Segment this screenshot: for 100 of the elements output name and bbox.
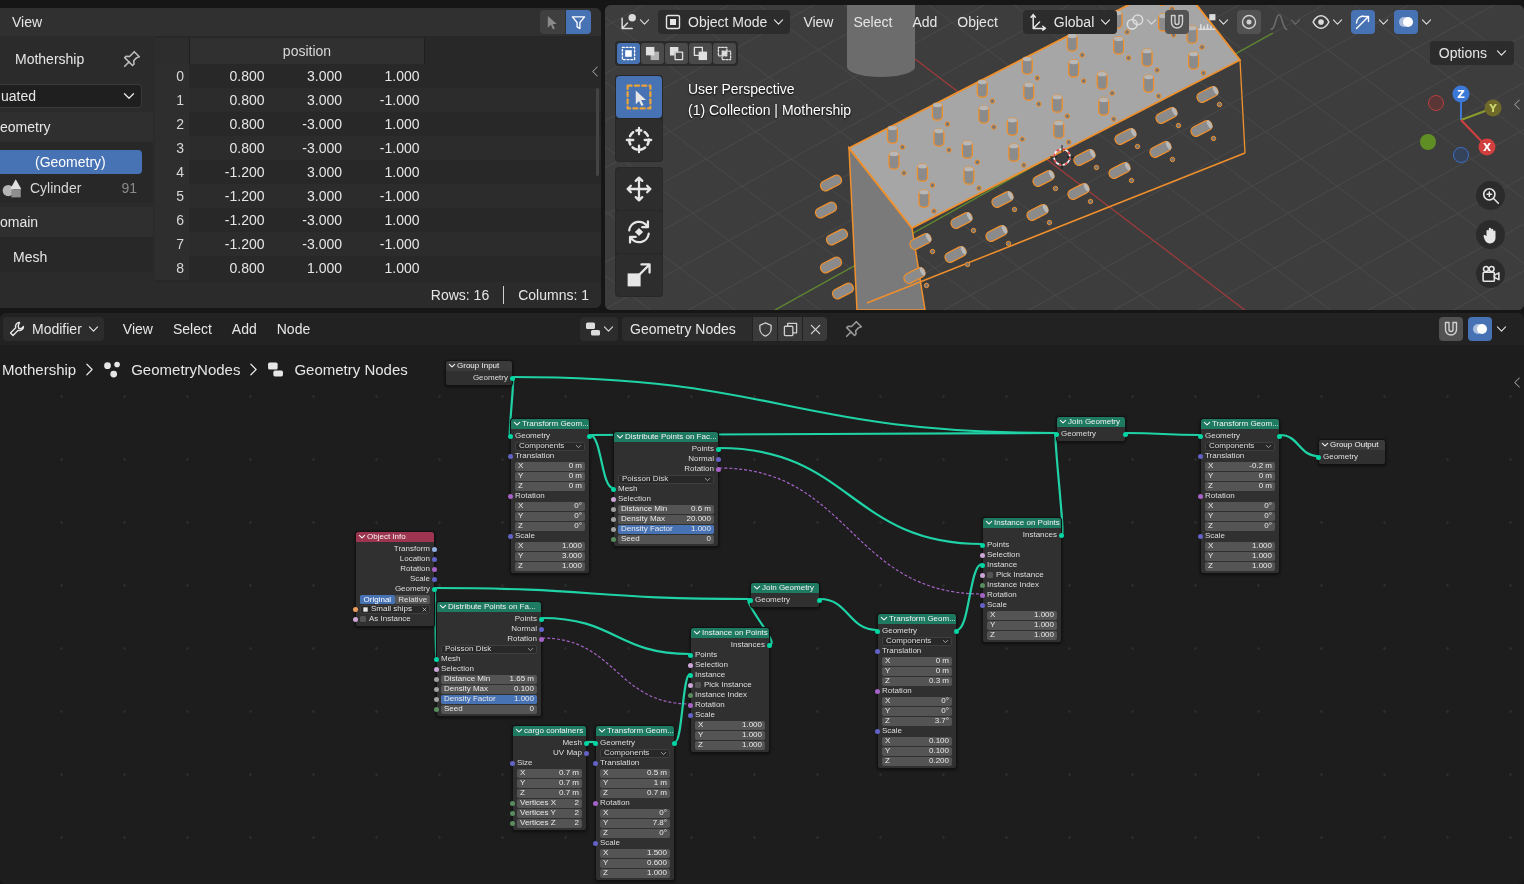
table-cell-text: 3.000 [305,68,343,84]
table-cell-text: 0.800 [228,260,266,276]
section-label: Scale [515,532,535,540]
section-label: Translation [1205,452,1245,460]
socket-label: Selection [441,665,474,673]
socket-label: UV Map [553,749,582,757]
section-label: Scale [600,839,620,847]
checkbox-label: Pick Instance [704,681,752,689]
socket-label: Geometry [1205,432,1241,440]
socket-label: Instance Index [695,691,748,699]
node-title: Instance on Points [702,629,768,637]
node-title: Group Input [457,362,500,370]
section-heading: eometry [0,112,153,142]
socket-label: Geometry [472,374,508,382]
table-cell-text: -3.000 [301,212,343,228]
table-cell-text: 3.000 [305,92,343,108]
socket-label: Geometry [1061,430,1097,438]
checkbox-label: Pick Instance [996,571,1044,579]
table-cell-text: 1.000 [383,68,421,84]
view-name: User Perspective [688,81,796,97]
column-header: position [189,38,425,64]
collection-label: (1) Collection | Mothership [688,102,852,118]
section-heading: omain [0,207,153,237]
socket-label: Rotation [400,565,430,573]
socket-label: Geometry [600,739,636,747]
socket-label: Instance [695,671,726,679]
socket-label: Geometry [1323,453,1359,461]
node-title: Transform Geom... [889,615,956,623]
socket-label: Points [695,651,718,659]
section-label: Translation [515,452,555,460]
table-cell-text: -1.200 [223,164,266,180]
node-title: Distribute Points on Fa... [448,603,536,611]
node-title: Distribute Points on Fac... [625,433,717,441]
table-cell-text: 1.000 [383,164,421,180]
node-title: Join Geometry [762,584,815,592]
socket-label: Mesh [618,485,638,493]
table-cell-text: 0.800 [228,116,266,132]
table-cell-text: 1.000 [383,212,421,228]
row-index: 2 [155,112,189,136]
table-cell-text: 0.800 [228,92,266,108]
node-title: Instance on Points [994,519,1060,527]
table-cell-text: -1.200 [223,212,266,228]
section-label: Rotation [515,492,545,500]
row-index: 6 [155,208,189,232]
socket-label: Points [987,541,1010,549]
node-title: cargo containers [524,727,584,735]
table-cell-text: -3.000 [301,116,343,132]
table-cell-text: -3.000 [301,140,343,156]
section-label: Scale [1205,532,1225,540]
row-index: 4 [155,160,189,184]
checkbox-label: As Instance [369,615,411,623]
table-cell-text: -1.000 [378,236,421,252]
socket-label: Instances [730,641,765,649]
section-label: Scale [695,711,715,719]
socket-label: Rotation [507,635,537,643]
node-title: Transform Geom... [607,727,674,735]
node-title: Group Output [1330,441,1379,449]
socket-label: Normal [688,455,714,463]
section-label: Scale [987,601,1007,609]
socket-label: Instance Index [987,581,1040,589]
row-index: 8 [155,256,189,280]
socket-label: Geometry [515,432,551,440]
socket-label: Geometry [394,585,430,593]
status-text: Rows: 16 [430,287,490,303]
section-label: Rotation [882,687,912,695]
table-cell-text: 1.000 [305,260,343,276]
node-title: Transform Geom... [522,420,589,428]
socket-label: Points [514,615,537,623]
section-label: Translation [882,647,922,655]
row-index: 0 [155,64,189,88]
section-label: Translation [600,759,640,767]
socket-label: Scale [410,575,430,583]
socket-label: Instances [1022,531,1057,539]
table-cell-text: -1.000 [378,92,421,108]
node-title: Object Info [367,533,406,541]
socket-label: Rotation [987,591,1017,599]
object-name: Mothership [15,51,85,67]
table-cell-text: -1.000 [378,140,421,156]
socket-label: Mesh [441,655,461,663]
table-cell-text: 3.000 [305,188,343,204]
socket-label: Normal [511,625,537,633]
section-label: Size [517,759,533,767]
socket-label: Mesh [562,739,582,747]
table-cell-text: 3.000 [305,164,343,180]
socket-label: Selection [987,551,1020,559]
socket-label: Geometry [755,596,791,604]
table-cell-text: -1.200 [223,188,266,204]
table-cell-text: 1.000 [383,260,421,276]
socket-label: Rotation [684,465,714,473]
table-cell-text: -1.000 [378,188,421,204]
socket-label: Selection [618,495,651,503]
socket-label: Location [399,555,430,563]
socket-label: Points [691,445,714,453]
socket-label: Transform [393,545,430,553]
table-cell-text: 0.800 [228,68,266,84]
section-label: Scale [882,727,902,735]
section-label: Rotation [1205,492,1235,500]
socket-label: Rotation [695,701,725,709]
table-cell-text: 0.800 [228,140,266,156]
table-cell-text: 1.000 [383,116,421,132]
